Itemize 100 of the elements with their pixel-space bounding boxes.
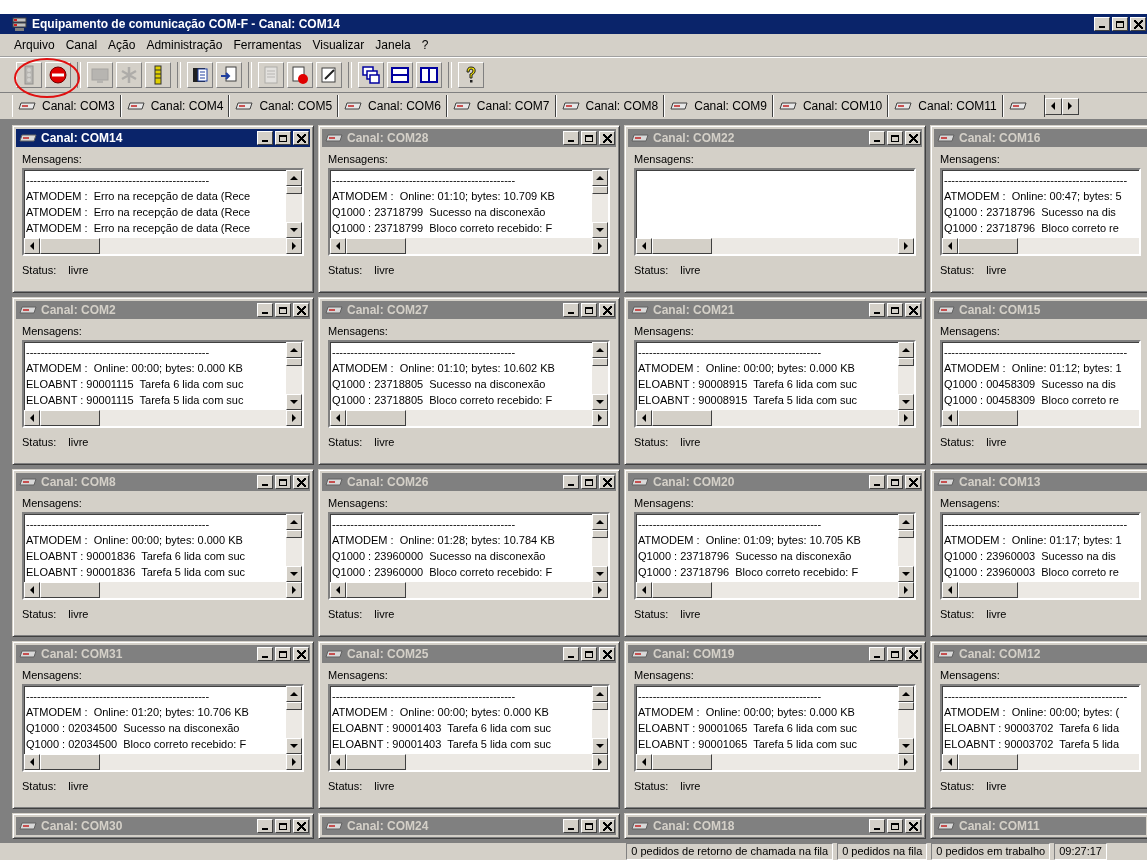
maximize-button[interactable]	[887, 131, 903, 145]
close-button[interactable]	[293, 647, 309, 661]
maximize-button[interactable]	[581, 819, 597, 833]
close-button[interactable]	[293, 475, 309, 489]
minimize-button[interactable]	[1094, 17, 1110, 31]
maximize-button[interactable]	[887, 819, 903, 833]
horizontal-scrollbar[interactable]	[942, 754, 1139, 770]
menu-item[interactable]: Visualizar	[312, 38, 365, 52]
horizontal-scrollbar[interactable]	[24, 582, 302, 598]
channel-tab[interactable]: Canal: COM7	[446, 95, 556, 117]
maximize-button[interactable]	[581, 647, 597, 661]
horizontal-scrollbar[interactable]	[330, 238, 608, 254]
minimize-button[interactable]	[563, 131, 579, 145]
horizontal-scrollbar[interactable]	[24, 238, 302, 254]
maximize-button[interactable]	[887, 303, 903, 317]
close-button[interactable]	[599, 475, 615, 489]
menu-item[interactable]: ?	[421, 38, 429, 52]
close-button[interactable]	[905, 819, 921, 833]
toolbar-button[interactable]	[416, 62, 442, 88]
minimize-button[interactable]	[869, 303, 885, 317]
minimize-button[interactable]	[257, 475, 273, 489]
maximize-button[interactable]	[581, 303, 597, 317]
channel-tab[interactable]: Canal: COM9	[664, 95, 773, 117]
menu-item[interactable]: Ferramentas	[233, 38, 302, 52]
minimize-button[interactable]	[563, 475, 579, 489]
vertical-scrollbar[interactable]	[592, 514, 608, 582]
toolbar-button[interactable]	[316, 62, 342, 88]
channel-tab[interactable]: Canal: COM11	[888, 95, 1003, 117]
horizontal-scrollbar[interactable]	[942, 238, 1139, 254]
close-button[interactable]	[293, 303, 309, 317]
vertical-scrollbar[interactable]	[898, 514, 914, 582]
horizontal-scrollbar[interactable]	[24, 410, 302, 426]
minimize-button[interactable]	[869, 647, 885, 661]
minimize-button[interactable]	[563, 647, 579, 661]
vertical-scrollbar[interactable]	[898, 342, 914, 410]
horizontal-scrollbar[interactable]	[942, 410, 1139, 426]
vertical-scrollbar[interactable]	[286, 686, 302, 754]
vertical-scrollbar[interactable]	[898, 686, 914, 754]
vertical-scrollbar[interactable]	[286, 170, 302, 238]
channel-tab[interactable]: Canal: COM5	[229, 95, 339, 117]
maximize-button[interactable]	[275, 475, 291, 489]
minimize-button[interactable]	[869, 475, 885, 489]
menu-item[interactable]: Arquivo	[14, 38, 55, 52]
channel-tab[interactable]: Canal: COM3	[12, 95, 121, 117]
channel-tab[interactable]: Canal: COM10	[772, 95, 889, 117]
minimize-button[interactable]	[257, 647, 273, 661]
horizontal-scrollbar[interactable]	[636, 410, 914, 426]
maximize-button[interactable]	[275, 819, 291, 833]
close-button[interactable]	[293, 131, 309, 145]
horizontal-scrollbar[interactable]	[330, 410, 608, 426]
channel-tab[interactable]: Canal: COM8	[555, 95, 665, 117]
vertical-scrollbar[interactable]	[286, 342, 302, 410]
close-button[interactable]	[905, 131, 921, 145]
vertical-scrollbar[interactable]	[286, 514, 302, 582]
menu-item[interactable]: Administração	[146, 38, 223, 52]
close-button[interactable]	[599, 131, 615, 145]
toolbar-button[interactable]	[145, 62, 171, 88]
toolbar-button[interactable]	[45, 62, 71, 88]
maximize-button[interactable]	[887, 647, 903, 661]
toolbar-button[interactable]	[458, 62, 484, 88]
close-button[interactable]	[293, 819, 309, 833]
maximize-button[interactable]	[275, 303, 291, 317]
close-button[interactable]	[905, 647, 921, 661]
vertical-scrollbar[interactable]	[592, 170, 608, 238]
minimize-button[interactable]	[563, 303, 579, 317]
toolbar-button[interactable]	[358, 62, 384, 88]
menu-item[interactable]: Ação	[108, 38, 136, 52]
horizontal-scrollbar[interactable]	[636, 754, 914, 770]
horizontal-scrollbar[interactable]	[636, 238, 914, 254]
minimize-button[interactable]	[563, 819, 579, 833]
vertical-scrollbar[interactable]	[592, 686, 608, 754]
horizontal-scrollbar[interactable]	[24, 754, 302, 770]
maximize-button[interactable]	[887, 475, 903, 489]
close-button[interactable]	[599, 303, 615, 317]
toolbar-button[interactable]	[216, 62, 242, 88]
horizontal-scrollbar[interactable]	[636, 582, 914, 598]
minimize-button[interactable]	[257, 819, 273, 833]
channel-tab[interactable]: Canal: COM4	[120, 95, 230, 117]
channel-tab[interactable]: Canal: COM6	[338, 95, 447, 117]
maximize-button[interactable]	[275, 647, 291, 661]
close-button[interactable]	[1130, 17, 1146, 31]
maximize-button[interactable]	[275, 131, 291, 145]
menu-item[interactable]: Janela	[375, 38, 411, 52]
close-button[interactable]	[599, 819, 615, 833]
minimize-button[interactable]	[869, 819, 885, 833]
toolbar-button[interactable]	[187, 62, 213, 88]
horizontal-scrollbar[interactable]	[330, 582, 608, 598]
horizontal-scrollbar[interactable]	[942, 582, 1139, 598]
close-button[interactable]	[905, 303, 921, 317]
maximize-button[interactable]	[1112, 17, 1128, 31]
menu-item[interactable]: Canal	[65, 38, 98, 52]
maximize-button[interactable]	[581, 131, 597, 145]
toolbar-button[interactable]	[387, 62, 413, 88]
close-button[interactable]	[599, 647, 615, 661]
close-button[interactable]	[905, 475, 921, 489]
minimize-button[interactable]	[869, 131, 885, 145]
minimize-button[interactable]	[257, 303, 273, 317]
maximize-button[interactable]	[581, 475, 597, 489]
minimize-button[interactable]	[257, 131, 273, 145]
vertical-scrollbar[interactable]	[592, 342, 608, 410]
